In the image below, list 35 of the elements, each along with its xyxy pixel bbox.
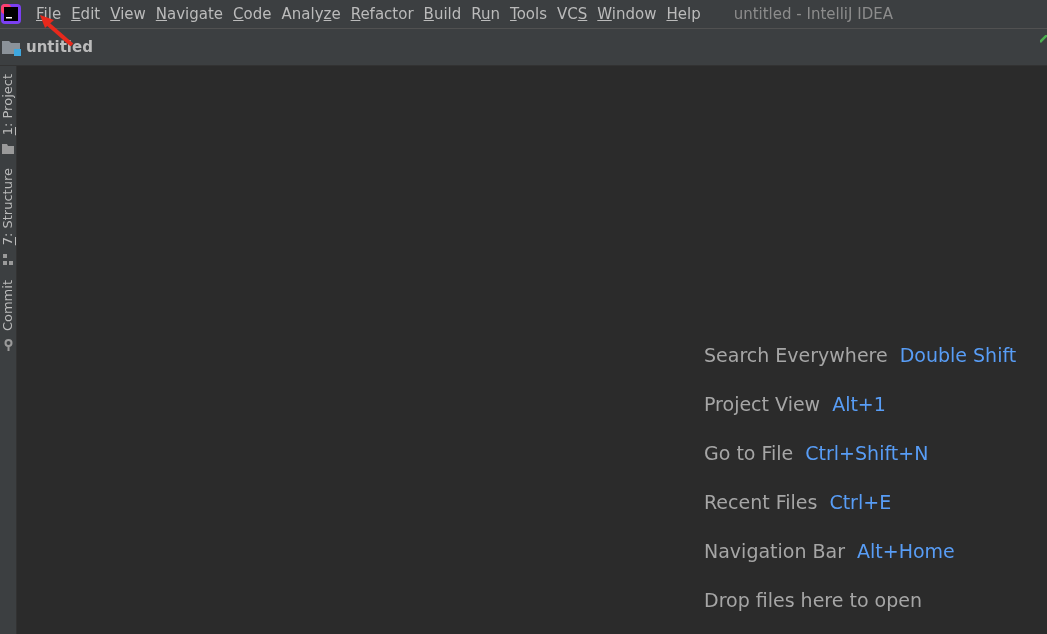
window-title: untitled - IntelliJ IDEA xyxy=(733,3,893,25)
shortcut-text: Ctrl+E xyxy=(829,490,892,515)
hint-label: Go to File xyxy=(704,441,794,466)
menu-item[interactable]: Navigate xyxy=(150,2,229,26)
menu-item[interactable]: Refactor xyxy=(345,2,419,26)
shortcut-text: Alt+1 xyxy=(832,392,886,417)
tool-window-tab[interactable]: Commit xyxy=(0,279,18,331)
menu-item[interactable]: Analyze xyxy=(276,2,346,26)
menu-item[interactable]: Help xyxy=(661,2,706,26)
menu-item[interactable]: File xyxy=(31,2,67,26)
menu-item[interactable]: Code xyxy=(228,2,277,26)
menu-item[interactable]: Run xyxy=(466,2,506,26)
menu-item[interactable]: Build xyxy=(418,2,467,26)
hint-label: Recent Files xyxy=(704,490,818,515)
menu-item[interactable]: VCS xyxy=(552,2,593,26)
project-name[interactable]: untitled xyxy=(26,35,93,59)
shortcut-text: Double Shift xyxy=(899,343,1017,368)
hint-label: Navigation Bar xyxy=(704,539,845,564)
app-logo-icon xyxy=(1,4,21,24)
tool-window-tab[interactable]: 7: Structure xyxy=(0,168,18,246)
tool-window-tab[interactable]: 1: Project xyxy=(0,74,18,136)
check-icon xyxy=(1040,35,1047,43)
shortcut-text: Ctrl+Shift+N xyxy=(805,441,929,466)
commit-icon xyxy=(2,338,14,351)
hint-label: Search Everywhere xyxy=(704,343,888,368)
menu-item[interactable]: Edit xyxy=(66,2,106,26)
folder-icon xyxy=(2,143,14,155)
menu-item[interactable]: View xyxy=(105,2,151,26)
folder-icon xyxy=(2,38,22,56)
hint-label: Drop files here to open xyxy=(704,588,922,613)
structure-icon xyxy=(2,253,14,266)
menu-item[interactable]: Window xyxy=(592,2,662,26)
menu-item[interactable]: Tools xyxy=(505,2,552,26)
shortcut-text: Alt+Home xyxy=(857,539,955,564)
hint-label: Project View xyxy=(704,392,821,417)
